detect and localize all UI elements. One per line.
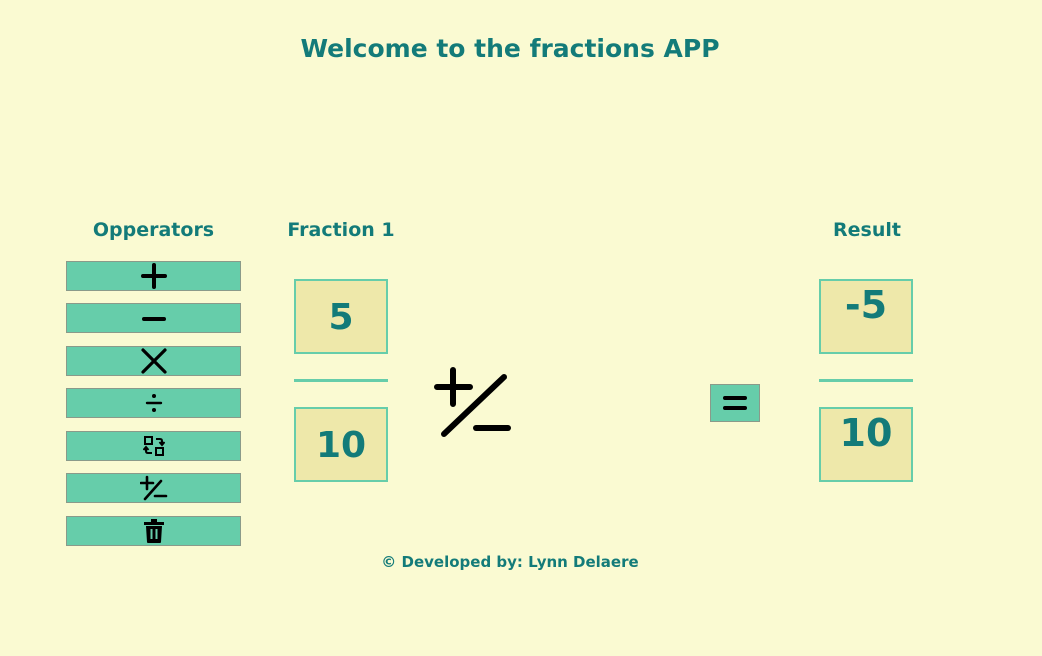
result-divider [819,379,913,382]
fraction1-heading: Fraction 1 [287,219,395,241]
minus-icon [141,317,166,321]
fraction1-denominator-input[interactable] [294,407,388,482]
page-title: Welcome to the fractions APP [300,34,720,63]
multiply-button[interactable] [66,346,241,376]
plus-minus-icon [139,475,167,501]
result-numerator: -5 [819,279,913,354]
delete-button[interactable] [66,516,241,546]
equals-icon [723,396,747,410]
add-button[interactable] [66,261,241,291]
divide-icon [145,394,162,412]
fraction1-numerator-input[interactable] [294,279,388,354]
swap-button[interactable] [66,431,241,461]
result-heading: Result [833,219,901,241]
subtract-button[interactable] [66,303,241,333]
trash-icon [143,519,164,543]
operators-heading: Opperators [92,219,215,241]
plus-minus-icon [434,367,511,437]
divide-button[interactable] [66,388,241,418]
plus-icon [140,263,167,289]
times-icon [140,348,167,374]
fraction1-divider [294,379,388,382]
equals-button[interactable] [710,384,760,422]
result-denominator: 10 [819,407,913,482]
swap-icon [142,436,165,456]
plus-minus-button[interactable] [66,473,241,503]
footer-credit: © Developed by: Lynn Delaere [381,553,639,571]
